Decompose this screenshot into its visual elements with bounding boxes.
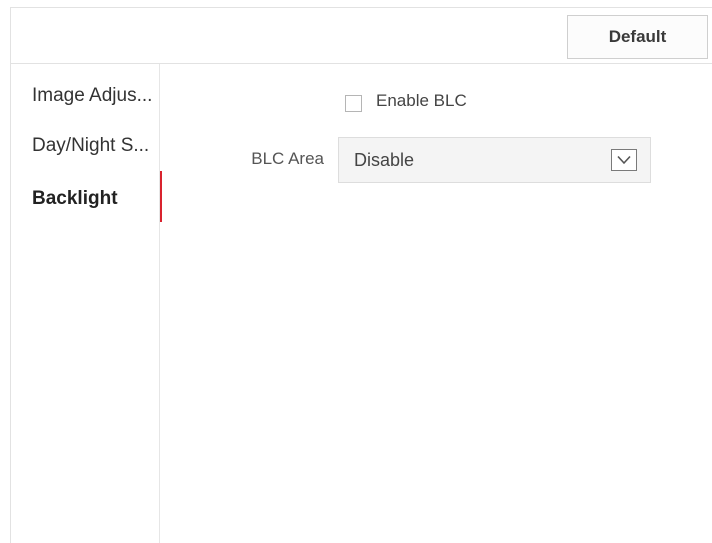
- active-item-indicator: [160, 171, 162, 222]
- blc-area-select[interactable]: Disable: [338, 137, 651, 183]
- sidebar-item-image-adjustment[interactable]: Image Adjus...: [32, 83, 160, 109]
- enable-blc-label: Enable BLC: [376, 91, 467, 110]
- blc-area-value: Disable: [354, 150, 415, 170]
- sidebar-item-day-night-switch[interactable]: Day/Night S...: [32, 133, 160, 159]
- backlight-settings-page: Default Image Adjus... Day/Night S... Ba…: [0, 0, 712, 543]
- sidebar-item-backlight[interactable]: Backlight: [32, 186, 160, 212]
- enable-blc-option[interactable]: Enable BLC: [345, 89, 467, 113]
- chevron-down-icon[interactable]: [611, 149, 637, 171]
- chevron-down-glyph: [617, 155, 631, 165]
- blc-area-label: BLC Area: [251, 149, 324, 168]
- default-button[interactable]: Default: [567, 15, 708, 59]
- enable-blc-checkbox[interactable]: [345, 94, 362, 112]
- settings-sidebar: Image Adjus... Day/Night S... Backlight: [11, 64, 160, 543]
